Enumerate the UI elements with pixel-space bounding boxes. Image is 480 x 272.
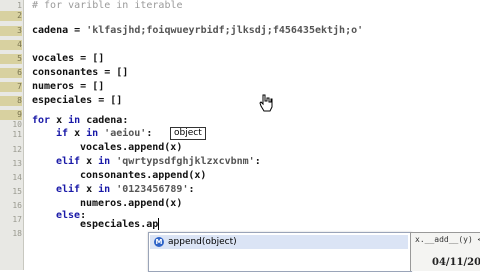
code-line-13[interactable]: elif x in 'qwrtypsdfghjklzxcvbnm': (56, 155, 261, 169)
line-number: 11 (12, 130, 22, 139)
line-number: 15 (12, 187, 22, 196)
identifier: cadena (32, 25, 69, 36)
line-number: 16 (12, 201, 22, 210)
string-literal: '0123456789' (110, 184, 189, 195)
date-watermark: 04/11/2011 (432, 257, 480, 268)
line-number: 9 (0, 110, 22, 120)
code-line-7[interactable]: numeros = [] (32, 80, 104, 94)
keyword: in (98, 184, 111, 195)
code-line-10[interactable]: for x in cadena: (32, 114, 128, 128)
line-number: 6 (0, 68, 22, 78)
code-line-6[interactable]: consonantes = [] (32, 66, 128, 80)
comment: # for varible in iterable (32, 0, 183, 11)
keyword: else (56, 210, 81, 221)
identifier: cadena: (80, 115, 129, 126)
identifier: x (80, 184, 99, 195)
identifier: x (68, 128, 87, 139)
punctuation: : (146, 128, 153, 139)
keyword: elif (56, 184, 81, 195)
line-number: 14 (12, 173, 22, 182)
keyword: in (98, 156, 111, 167)
signature-text: x.__add__(y) <== (415, 235, 480, 244)
code-line-15[interactable]: elif x in '0123456789': (56, 183, 195, 197)
code-line-16[interactable]: numeros.append(x) (80, 197, 182, 211)
string-literal: 'qwrtypsdfghjklzxcvbnm' (110, 156, 255, 167)
line-number: 17 (12, 215, 22, 224)
identifier: especiales.ap (80, 219, 159, 230)
parameter-tooltip: object (170, 127, 206, 140)
line-number: 12 (12, 145, 22, 154)
string-literal: 'klfasjhd;foiqwueyrbidf;jlksdj;f456435ek… (86, 25, 364, 36)
line-number-gutter: 1 2 3 4 5 6 7 8 9 10 11 12 13 14 15 16 1… (0, 0, 24, 270)
mouse-pointer-icon (259, 94, 273, 112)
code-line-1[interactable]: # for varible in iterable (32, 0, 183, 13)
line-number: 2 (0, 11, 22, 21)
line-number: 10 (12, 120, 22, 129)
identifier: x (80, 156, 99, 167)
line-number: 5 (0, 54, 22, 64)
code-line-5[interactable]: vocales = [] (32, 52, 104, 66)
line-number: 18 (12, 229, 22, 238)
string-literal: 'aeiou' (98, 128, 147, 139)
autocomplete-item-label: append(object) (168, 237, 237, 247)
code-line-12[interactable]: vocales.append(x) (80, 141, 182, 155)
line-number: 8 (0, 96, 22, 106)
line-number: 13 (12, 159, 22, 168)
autocomplete-item[interactable]: M append(object) (150, 235, 408, 249)
code-editor[interactable]: # for varible in iterable cadena = 'klfa… (24, 0, 480, 270)
autocomplete-popup[interactable]: M append(object) (148, 232, 412, 272)
keyword: in (86, 128, 99, 139)
code-line-3[interactable]: cadena = 'klfasjhd;foiqwueyrbidf;jlksdj;… (32, 24, 363, 38)
text-caret (158, 218, 160, 230)
code-line-14[interactable]: consonantes.append(x) (80, 169, 206, 183)
keyword: if (56, 128, 69, 139)
code-line-11[interactable]: if x in 'aeiou': (56, 127, 152, 141)
line-number: 4 (0, 40, 22, 50)
method-icon: M (154, 237, 164, 247)
keyword: elif (56, 156, 81, 167)
keyword: for (32, 115, 51, 126)
line-number: 1 (17, 1, 22, 10)
identifier: x (50, 115, 69, 126)
keyword: in (68, 115, 81, 126)
punctuation: : (254, 156, 261, 167)
operator: = (68, 25, 87, 36)
punctuation: : (188, 184, 195, 195)
line-number: 7 (0, 82, 22, 92)
code-line-8[interactable]: especiales = [] (32, 94, 122, 108)
line-number: 3 (0, 26, 22, 36)
code-line-18[interactable]: especiales.ap (80, 218, 160, 232)
